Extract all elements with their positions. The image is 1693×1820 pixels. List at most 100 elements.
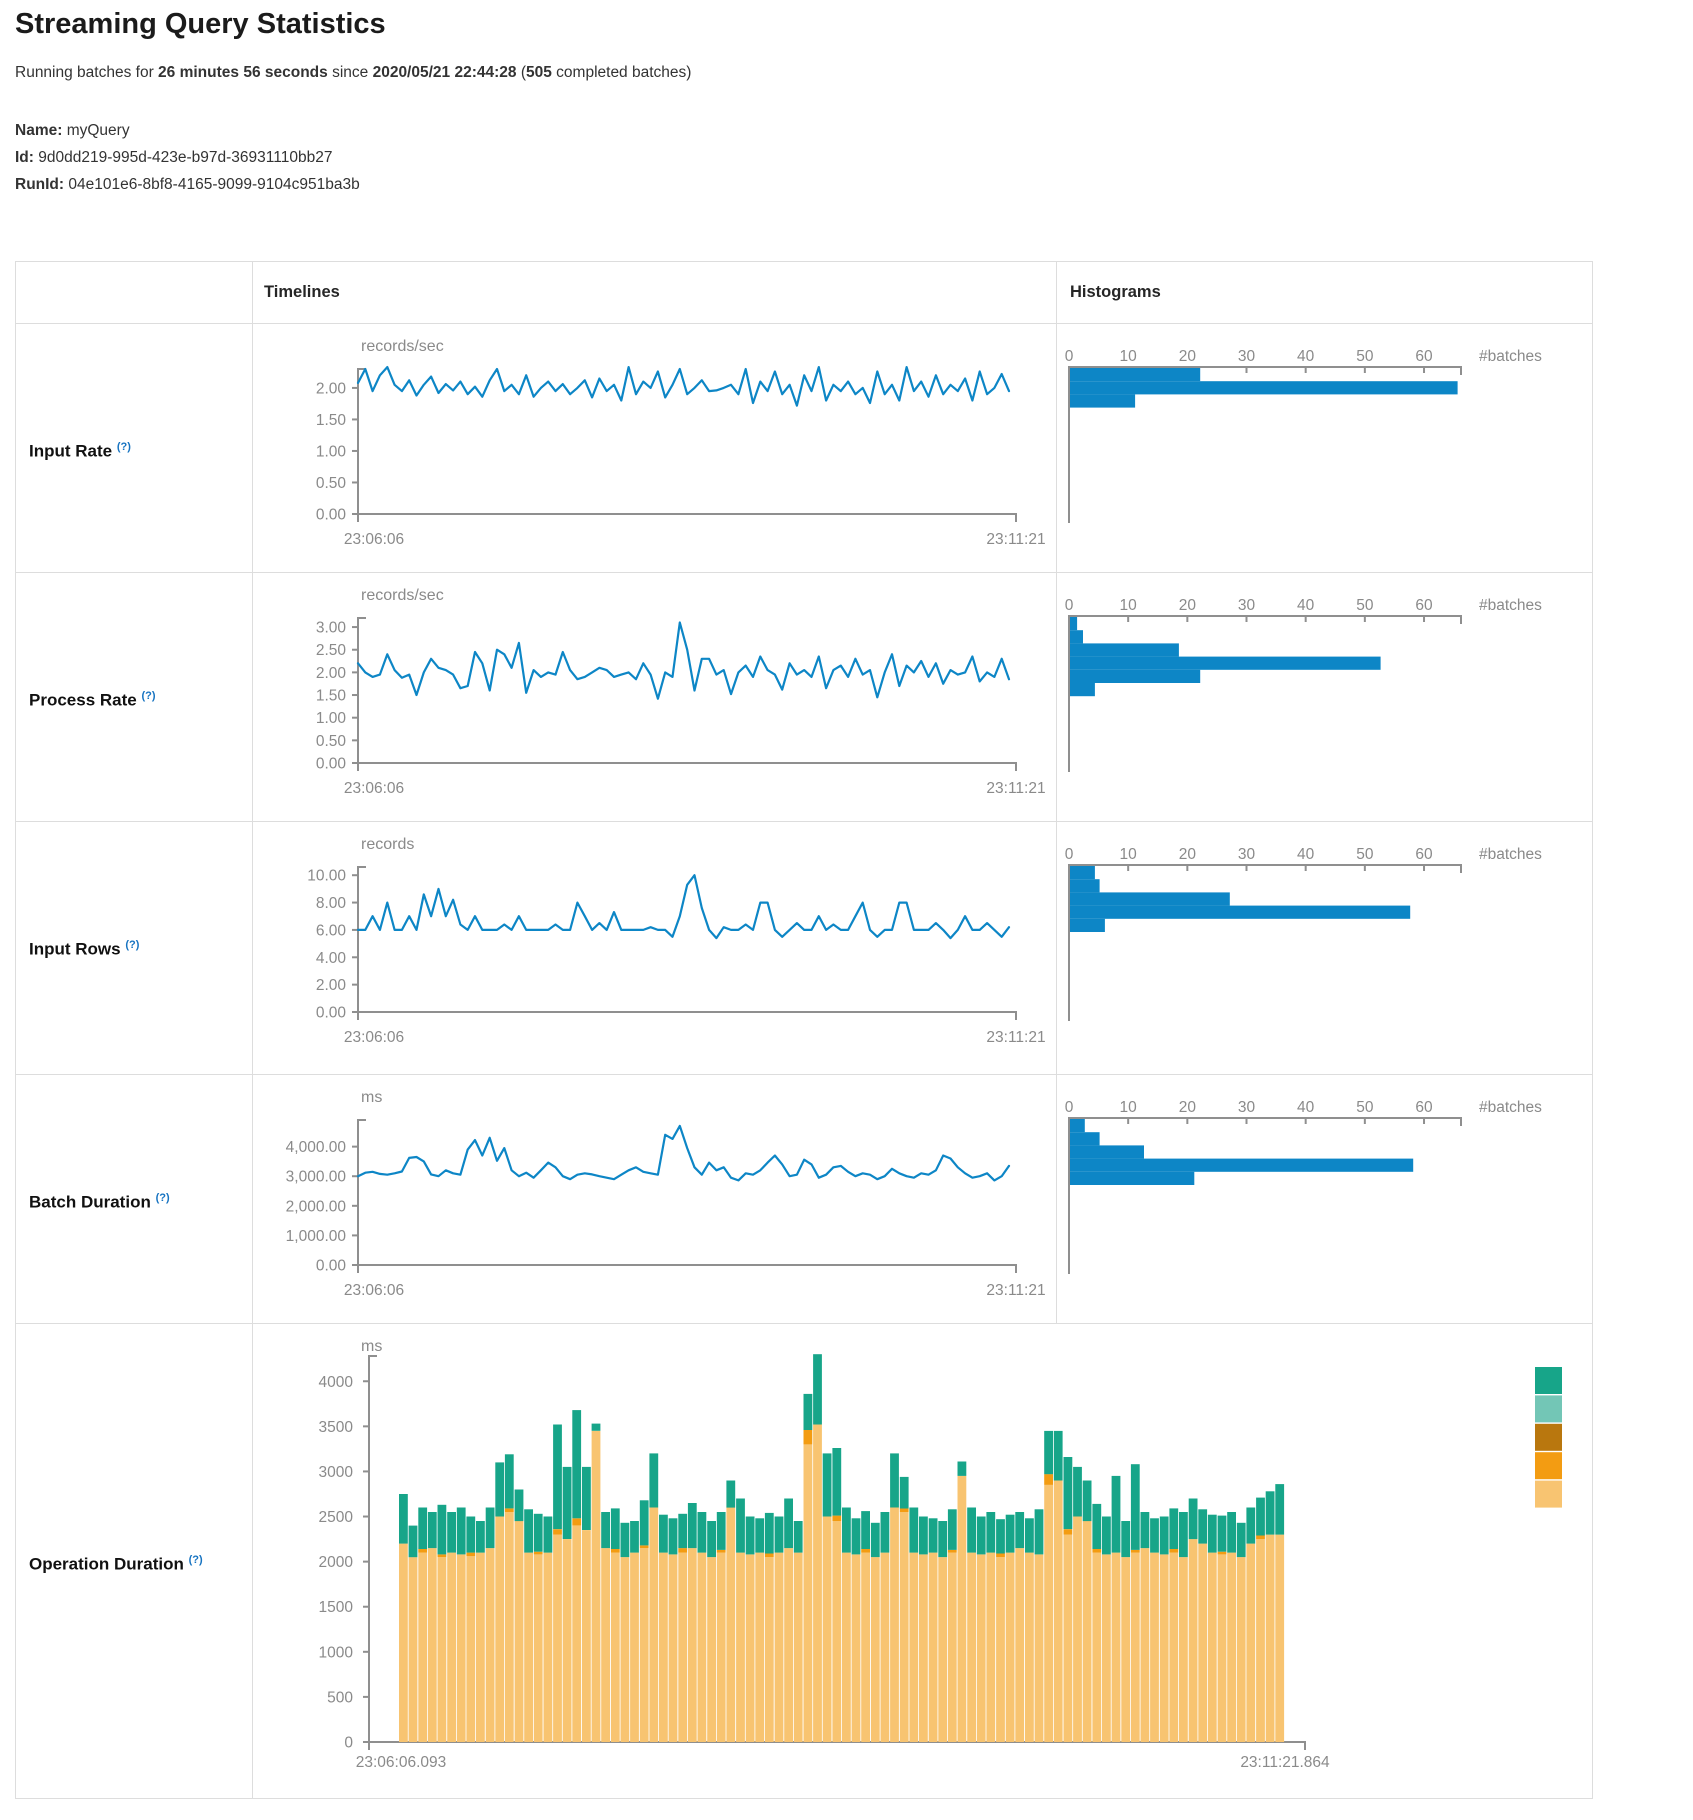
query-name-label: Name: [15, 122, 62, 139]
svg-text:#batches: #batches [1479, 348, 1542, 365]
svg-text:#batches: #batches [1479, 1099, 1542, 1116]
svg-text:0.50: 0.50 [316, 475, 347, 492]
svg-text:10: 10 [1120, 597, 1138, 614]
svg-text:records/sec: records/sec [361, 587, 444, 604]
legend-swatch [1535, 1424, 1562, 1451]
input-rate-histogram-chart: 0102030405060#batches [1057, 323, 1591, 571]
svg-text:0.00: 0.00 [316, 1005, 347, 1022]
batch-duration-histogram-chart: 0102030405060#batches [1057, 1074, 1591, 1322]
svg-text:23:06:06: 23:06:06 [344, 531, 404, 548]
svg-text:0.00: 0.00 [316, 507, 347, 524]
svg-text:3500: 3500 [319, 1419, 354, 1436]
legend-swatch [1535, 1452, 1562, 1479]
svg-text:23:11:21: 23:11:21 [986, 780, 1045, 797]
svg-text:20: 20 [1179, 597, 1197, 614]
svg-text:2.00: 2.00 [316, 977, 347, 994]
svg-text:40: 40 [1297, 597, 1315, 614]
svg-text:50: 50 [1356, 597, 1374, 614]
svg-text:4000: 4000 [319, 1374, 354, 1391]
svg-text:2,000.00: 2,000.00 [286, 1198, 347, 1215]
row-label-input-rate: Input Rate (?) [29, 434, 244, 460]
svg-text:20: 20 [1179, 1099, 1197, 1116]
query-id-line: Id: 9d0dd219-995d-423e-b97d-36931110bb27 [15, 144, 360, 171]
query-name-value: myQuery [67, 122, 130, 139]
running-batches-summary: Running batches for 26 minutes 56 second… [15, 64, 691, 82]
svg-text:#batches: #batches [1479, 597, 1542, 614]
svg-text:2000: 2000 [319, 1554, 354, 1571]
operation-duration-help-icon[interactable]: (?) [189, 1554, 203, 1566]
svg-text:60: 60 [1415, 1099, 1433, 1116]
query-runid-label: RunId: [15, 176, 64, 193]
svg-text:3,000.00: 3,000.00 [286, 1169, 347, 1186]
svg-text:10: 10 [1120, 348, 1138, 365]
input-rows-help-icon[interactable]: (?) [125, 939, 139, 951]
svg-text:4.00: 4.00 [316, 950, 347, 967]
running-start-time: 2020/05/21 22:44:28 [373, 64, 517, 81]
svg-text:23:11:21.864: 23:11:21.864 [1240, 1754, 1330, 1771]
svg-text:10.00: 10.00 [307, 868, 346, 885]
svg-text:40: 40 [1297, 1099, 1315, 1116]
input-rate-help-icon[interactable]: (?) [117, 441, 131, 453]
svg-text:1.00: 1.00 [316, 443, 347, 460]
batch-duration-help-icon[interactable]: (?) [156, 1192, 170, 1204]
statistics-table: Timelines Histograms Input Rate (?) Proc… [15, 261, 1593, 1799]
running-since: since [328, 64, 373, 81]
svg-text:10: 10 [1120, 1099, 1138, 1116]
query-metadata: Name: myQuery Id: 9d0dd219-995d-423e-b97… [15, 117, 360, 198]
svg-text:1500: 1500 [319, 1599, 354, 1616]
svg-text:30: 30 [1238, 348, 1256, 365]
legend-swatch [1535, 1395, 1562, 1422]
completed-batches-count: 505 [526, 64, 552, 81]
svg-text:2500: 2500 [319, 1509, 354, 1526]
svg-text:23:11:21: 23:11:21 [986, 1282, 1045, 1299]
query-runid-line: RunId: 04e101e6-8bf8-4165-9099-9104c951b… [15, 171, 360, 198]
process-rate-timeline-chart: records/sec3.002.502.001.501.000.500.002… [253, 572, 1056, 820]
running-suffix: completed batches) [552, 64, 692, 81]
column-header-histograms: Histograms [1070, 262, 1161, 323]
input-rows-timeline-chart: records10.008.006.004.002.000.0023:06:06… [253, 821, 1056, 1069]
svg-text:1.50: 1.50 [316, 412, 347, 429]
row-label-process-rate: Process Rate (?) [29, 683, 244, 709]
svg-text:50: 50 [1356, 846, 1374, 863]
svg-text:0.50: 0.50 [316, 733, 347, 750]
svg-text:1.50: 1.50 [316, 688, 347, 705]
column-header-timelines: Timelines [264, 262, 340, 323]
process-rate-help-icon[interactable]: (?) [141, 690, 155, 702]
svg-text:3.00: 3.00 [316, 620, 347, 637]
svg-text:60: 60 [1415, 597, 1433, 614]
operation-duration-stacked-chart: ms4000350030002500200015001000500023:06:… [253, 1323, 1591, 1797]
svg-text:#batches: #batches [1479, 846, 1542, 863]
svg-text:500: 500 [327, 1689, 353, 1706]
page-title: Streaming Query Statistics [15, 8, 386, 41]
row-label-batch-duration: Batch Duration (?) [29, 1185, 244, 1211]
query-runid-value: 04e101e6-8bf8-4165-9099-9104c951ba3b [68, 176, 359, 193]
svg-text:2.00: 2.00 [316, 665, 347, 682]
svg-text:30: 30 [1238, 846, 1256, 863]
svg-text:20: 20 [1179, 348, 1197, 365]
svg-text:ms: ms [361, 1338, 382, 1355]
svg-text:23:06:06: 23:06:06 [344, 1029, 404, 1046]
svg-text:40: 40 [1297, 348, 1315, 365]
svg-text:8.00: 8.00 [316, 895, 347, 912]
svg-text:0: 0 [344, 1735, 353, 1752]
svg-text:60: 60 [1415, 846, 1433, 863]
query-name-line: Name: myQuery [15, 117, 360, 144]
svg-text:23:11:21: 23:11:21 [986, 1029, 1045, 1046]
svg-text:2.00: 2.00 [316, 380, 347, 397]
svg-text:records: records [361, 836, 414, 853]
svg-text:ms: ms [361, 1089, 382, 1106]
svg-text:30: 30 [1238, 1099, 1256, 1116]
svg-text:2.50: 2.50 [316, 642, 347, 659]
input-rows-histogram-chart: 0102030405060#batches [1057, 821, 1591, 1069]
svg-text:40: 40 [1297, 846, 1315, 863]
svg-text:23:06:06: 23:06:06 [344, 1282, 404, 1299]
svg-text:0: 0 [1065, 1099, 1074, 1116]
batch-duration-timeline-chart: ms4,000.003,000.002,000.001,000.000.0023… [253, 1074, 1056, 1322]
svg-text:0.00: 0.00 [316, 1258, 347, 1275]
svg-text:0: 0 [1065, 846, 1074, 863]
legend-swatch [1535, 1481, 1562, 1508]
process-rate-histogram-chart: 0102030405060#batches [1057, 572, 1591, 820]
query-id-value: 9d0dd219-995d-423e-b97d-36931110bb27 [38, 149, 332, 166]
svg-text:1.00: 1.00 [316, 710, 347, 727]
svg-text:3000: 3000 [319, 1464, 354, 1481]
